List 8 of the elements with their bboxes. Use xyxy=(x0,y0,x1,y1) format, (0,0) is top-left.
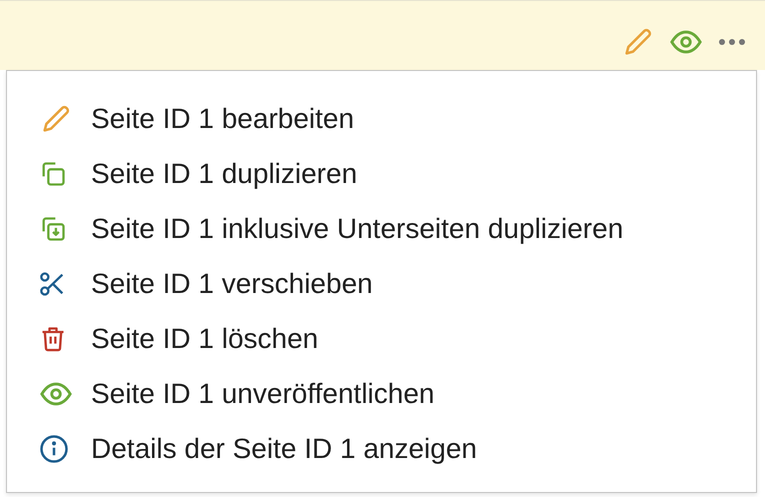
menu-item[interactable]: Seite ID 1 verschieben xyxy=(7,256,756,311)
menu-item[interactable]: Seite ID 1 bearbeiten xyxy=(7,91,756,146)
menu-item[interactable]: Seite ID 1 unveröffentlichen xyxy=(7,366,756,421)
menu-item[interactable]: Seite ID 1 löschen xyxy=(7,311,756,366)
menu-item[interactable]: Details der Seite ID 1 anzeigen xyxy=(7,421,756,476)
menu-item[interactable]: Seite ID 1 duplizieren xyxy=(7,146,756,201)
more-icon[interactable] xyxy=(717,36,747,46)
menu-item[interactable]: Seite ID 1 inklusive Unterseiten duplizieren xyxy=(7,201,756,256)
